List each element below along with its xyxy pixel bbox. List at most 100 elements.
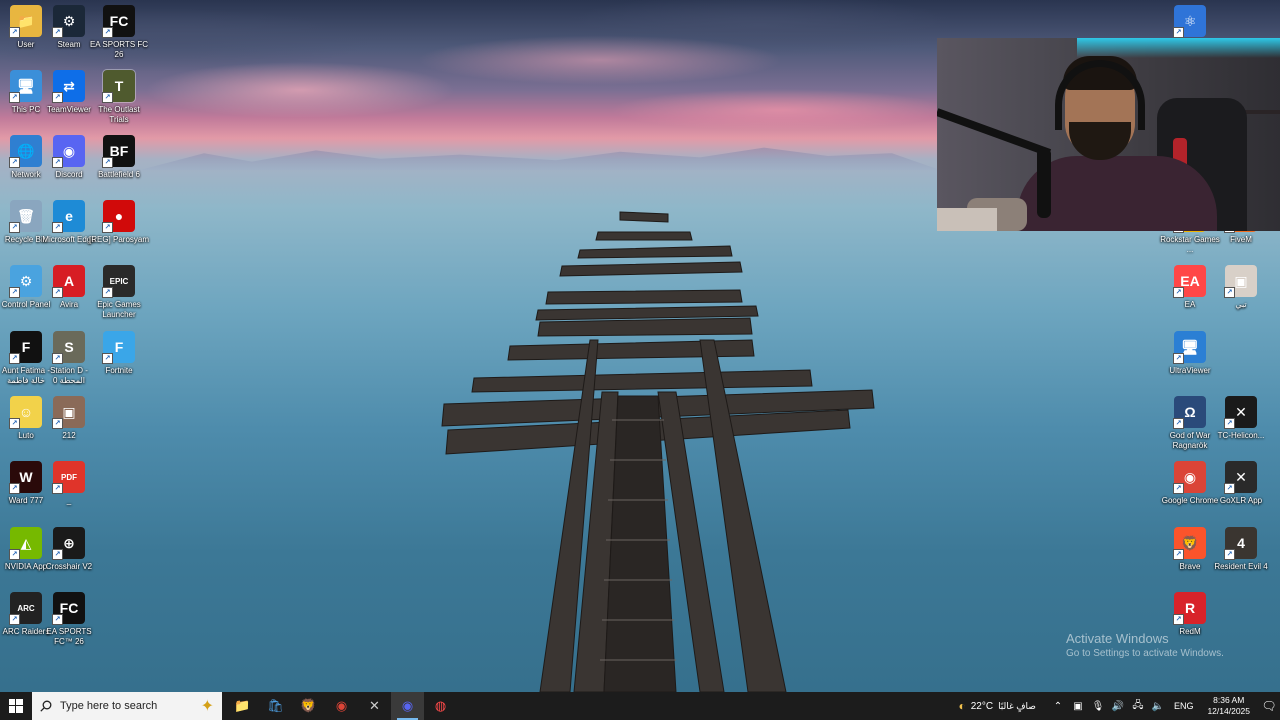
desktop-shortcut-resident-evil[interactable]: 4 ↗ Resident Evil 4 (1210, 527, 1272, 572)
clock-time: 8:36 AM (1213, 695, 1245, 705)
tabi-icon: ▣ ↗ (1224, 265, 1257, 298)
weather-widget[interactable]: ◐ 22°C صافٍ غالبًا (958, 699, 1035, 713)
desktop-shortcut-tc-helicon[interactable]: ✕ ↗ TC-Helicon... (1210, 396, 1272, 441)
desktop-icon-label: Epic Games Launcher (97, 300, 141, 319)
desktop-shortcut-212[interactable]: ▣ ↗ 212 (38, 396, 100, 441)
epic-games-icon: EPIC ↗ (102, 265, 135, 298)
webcam-desk (937, 208, 997, 231)
shortcut-arrow-icon: ↗ (1173, 353, 1184, 364)
desktop-icon-label: TC-Helicon... (1217, 431, 1265, 440)
microsoft-store-button[interactable]: 🛍 (259, 692, 292, 720)
shortcut-arrow-icon: ↗ (52, 287, 63, 298)
desktop-shortcut-outlast-trials[interactable]: T ↗ The Outlast Trials (88, 69, 150, 125)
weather-condition: صافٍ غالبًا (998, 700, 1036, 711)
teamviewer-icon: ⇄ ↗ (52, 70, 85, 103)
show-hidden-icons-chevron-icon[interactable]: ⌃ (1050, 701, 1066, 712)
webcam-overlay (937, 38, 1280, 231)
shortcut-arrow-icon: ↗ (9, 353, 20, 364)
language-indicator[interactable]: ENG (1174, 701, 1194, 711)
desktop-icon-label: [REG] Parosyam (88, 235, 149, 244)
speaker-icon[interactable]: 🔈 (1150, 701, 1166, 712)
crosshair-icon: ⊕ ↗ (52, 527, 85, 560)
desktop-icon-label: EA SPORTS FC 26 (89, 40, 149, 59)
shortcut-arrow-icon: ↗ (102, 27, 113, 38)
shortcut-arrow-icon: ↗ (1173, 27, 1184, 38)
webcam-microphone (1037, 148, 1051, 218)
obs-taskbar-button[interactable]: ◍ (424, 692, 457, 720)
notification-center-icon[interactable]: 🗨 (1258, 699, 1280, 713)
shortcut-arrow-icon: ↗ (1173, 483, 1184, 494)
search-placeholder: Type here to search (60, 700, 158, 712)
ea-icon: EA ↗ (1173, 265, 1206, 298)
start-button[interactable] (0, 692, 32, 720)
file-explorer-button[interactable]: 📁 (226, 692, 259, 720)
discord-taskbar-button[interactable]: ◉ (391, 692, 424, 720)
volume-icon[interactable]: 🔊 (1110, 701, 1126, 712)
desktop-icon-label: Resident Evil 4 (1214, 562, 1268, 571)
desktop-shortcut-fortnite[interactable]: F ↗ Fortnite (88, 331, 150, 376)
desktop-shortcut-pdf-file[interactable]: PDF ↗ _ (38, 461, 100, 506)
tray-app-icon[interactable]: ▣ (1070, 701, 1086, 712)
shortcut-arrow-icon: ↗ (102, 287, 113, 298)
tc-helicon-icon: ✕ ↗ (1224, 396, 1257, 429)
shortcut-arrow-icon: ↗ (1224, 287, 1235, 298)
shortcut-arrow-icon: ↗ (1224, 549, 1235, 560)
brave-taskbar-icon: 🦁 (300, 698, 317, 713)
chrome-taskbar-icon: ◉ (335, 698, 348, 713)
goxlr-icon: ✕ ↗ (1224, 461, 1257, 494)
desktop-icon-label: Battlefield 6 (98, 170, 140, 179)
shortcut-arrow-icon: ↗ (1173, 418, 1184, 429)
shortcut-arrow-icon: ↗ (9, 483, 20, 494)
obs-taskbar-icon: ◍ (434, 698, 447, 713)
desktop-icon-label: EA SPORTS FC™ 26 (46, 627, 92, 646)
activate-subtitle: Go to Settings to activate Windows. (1066, 648, 1224, 659)
desktop-shortcut-atom-app[interactable]: ⚛ ↗ (1159, 5, 1221, 40)
brave-taskbar-button[interactable]: 🦁 (292, 692, 325, 720)
desktop-shortcut-battlefield[interactable]: BF ↗ Battlefield 6 (88, 135, 150, 180)
microphone-icon[interactable]: 🎙 (1090, 701, 1106, 712)
battlefield-icon: BF ↗ (102, 135, 135, 168)
goxlr-taskbar-icon: ✕ (369, 698, 380, 713)
shortcut-arrow-icon: ↗ (52, 483, 63, 494)
desktop-shortcut-ea-fc26[interactable]: FC ↗ EA SPORTS FC 26 (88, 5, 150, 60)
desktop-shortcut-reg-record[interactable]: ● ↗ [REG] Parosyam (88, 200, 150, 245)
station-d-icon: S ↗ (52, 331, 85, 364)
desktop-shortcut-epic-games[interactable]: EPIC ↗ Epic Games Launcher (88, 265, 150, 320)
desktop-shortcut-ultraviewer[interactable]: 🖥 ↗ UltraViewer (1159, 331, 1221, 376)
shortcut-arrow-icon: ↗ (52, 92, 63, 103)
desktop-shortcut-tabi[interactable]: ▣ ↗ تبي (1210, 265, 1272, 310)
desktop-shortcut-goxlr[interactable]: ✕ ↗ GoXLR App (1210, 461, 1272, 506)
shortcut-arrow-icon: ↗ (1173, 614, 1184, 625)
weather-temperature: 22°C (970, 700, 994, 712)
microsoft-store-icon: 🛍 (267, 698, 284, 713)
taskbar-clock[interactable]: 8:36 AM 12/14/2025 (1207, 695, 1250, 717)
network-status-icon[interactable]: 🖧 (1130, 698, 1146, 715)
shortcut-arrow-icon: ↗ (9, 418, 20, 429)
desktop-icon-label: Fortnite (105, 366, 133, 375)
chrome-taskbar-button[interactable]: ◉ (325, 692, 358, 720)
clock-date: 12/14/2025 (1207, 706, 1250, 716)
desktop-shortcut-ea-fc26-alt[interactable]: FC ↗ EA SPORTS FC™ 26 (38, 592, 100, 647)
desktop-icon-label: GoXLR App (1219, 496, 1263, 505)
desktop-icon-label: تبي (1235, 300, 1247, 309)
atom-app-icon: ⚛ ↗ (1173, 5, 1206, 38)
desktop-icon-label: FiveM (1230, 235, 1252, 244)
shortcut-arrow-icon: ↗ (102, 353, 113, 364)
shortcut-arrow-icon: ↗ (1173, 549, 1184, 560)
brave-icon: 🦁 ↗ (1173, 527, 1206, 560)
212-icon: ▣ ↗ (52, 396, 85, 429)
shortcut-arrow-icon: ↗ (9, 27, 20, 38)
weather-moon-icon: ◐ (958, 699, 966, 713)
search-icon (40, 700, 52, 712)
desktop-icon-label: _ (66, 496, 72, 505)
shortcut-arrow-icon: ↗ (1224, 418, 1235, 429)
file-explorer-icon: 📁 (234, 698, 251, 713)
webcam-ambient-light (1077, 38, 1280, 58)
search-highlight-icon: ✦ (200, 698, 214, 715)
shortcut-arrow-icon: ↗ (9, 157, 20, 168)
goxlr-taskbar-button[interactable]: ✕ (358, 692, 391, 720)
taskbar: Type here to search ✦ 📁 🛍 🦁 ◉ ✕ ◉ ◍ ◐ 22°C صاف… (0, 692, 1280, 720)
shortcut-arrow-icon: ↗ (52, 418, 63, 429)
taskbar-search-box[interactable]: Type here to search ✦ (32, 692, 222, 720)
desktop-shortcut-crosshair[interactable]: ⊕ ↗ Crosshair V2 (38, 527, 100, 572)
